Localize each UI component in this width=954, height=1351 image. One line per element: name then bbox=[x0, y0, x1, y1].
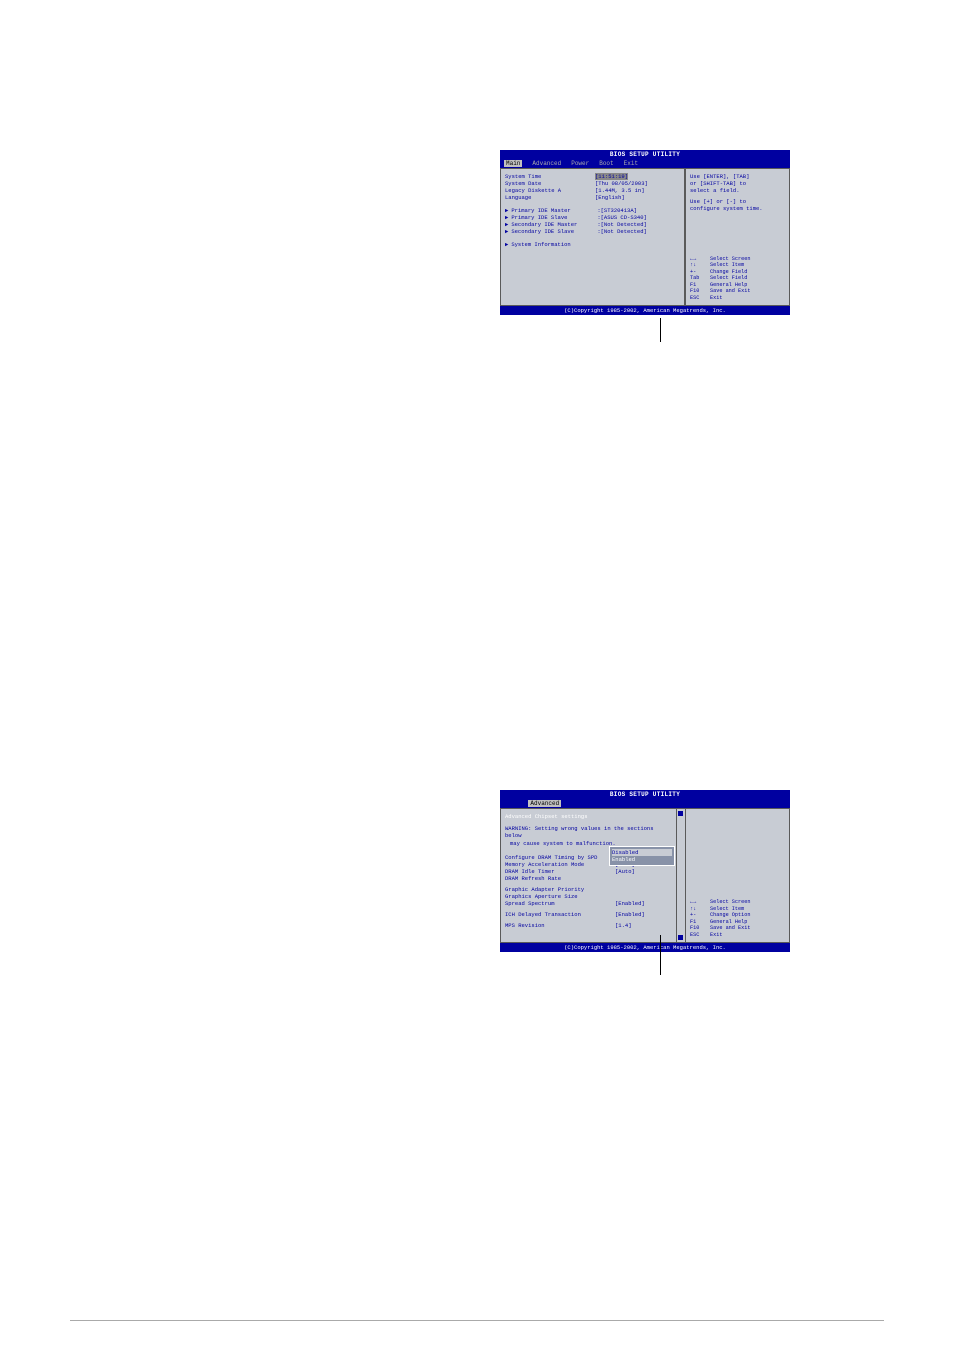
bios-body: System Time[11:51:19] System Date[Thu 08… bbox=[500, 168, 790, 306]
help-text: Use [+] or [-] to bbox=[690, 198, 785, 205]
key-label: ESC bbox=[690, 932, 710, 939]
tab-main[interactable]: Main bbox=[504, 160, 522, 167]
footer-divider bbox=[70, 1320, 884, 1321]
key-label: ESC bbox=[690, 295, 710, 302]
key-desc: Exit bbox=[710, 295, 722, 302]
help-keys: ←→Select Screen ↑↓Select Item +-Change F… bbox=[690, 256, 785, 302]
field-label: DRAM Idle Timer bbox=[505, 868, 615, 875]
bios-menu-bar: Main Advanced bbox=[500, 799, 790, 808]
field-label: MPS Revision bbox=[505, 922, 615, 929]
bios-body: Advanced Chipset settings WARNING: Setti… bbox=[500, 808, 790, 943]
bios-right-panel: Use [ENTER], [TAB] or [SHIFT-TAB] to sel… bbox=[685, 168, 790, 306]
arrow-icon: ▶ bbox=[505, 228, 508, 235]
bios-left-panel: System Time[11:51:19] System Date[Thu 08… bbox=[500, 168, 685, 306]
field-label[interactable]: Secondary IDE Master bbox=[511, 221, 597, 228]
bios-footer: (C)Copyright 1985-2002, American Megatre… bbox=[500, 306, 790, 315]
field-value[interactable]: [1.44M, 3.5 in] bbox=[595, 187, 645, 194]
field-label: System Time bbox=[505, 173, 595, 180]
field-label[interactable]: Primary IDE Slave bbox=[511, 214, 597, 221]
tab-boot[interactable]: Boot bbox=[599, 160, 613, 167]
field-value: :[Not Detected] bbox=[597, 221, 647, 228]
field-value[interactable]: [English] bbox=[595, 194, 625, 201]
field-label: Language bbox=[505, 194, 595, 201]
field-value[interactable]: [11:51:19] bbox=[595, 173, 628, 180]
help-text: select a field. bbox=[690, 187, 785, 194]
document-page: BIOS SETUP UTILITY Main Advanced Power B… bbox=[0, 0, 954, 1351]
field-value[interactable]: [Auto] bbox=[615, 868, 635, 875]
tab-advanced[interactable]: Advanced bbox=[532, 160, 561, 167]
field-label: Memory Acceleration Mode bbox=[505, 861, 615, 868]
arrow-icon: ▶ bbox=[505, 241, 508, 248]
tab-power[interactable]: Power bbox=[571, 160, 589, 167]
bios-left-panel: Advanced Chipset settings WARNING: Setti… bbox=[500, 808, 677, 943]
arrow-icon: ▶ bbox=[505, 221, 508, 228]
callout-line bbox=[660, 935, 661, 975]
tab-exit[interactable]: Exit bbox=[624, 160, 638, 167]
warning-text: WARNING: Setting wrong values in the sec… bbox=[505, 826, 672, 839]
bios-title: BIOS SETUP UTILITY bbox=[500, 790, 790, 799]
field-label: Legacy Diskette A bbox=[505, 187, 595, 194]
bios-screenshot-advanced: BIOS SETUP UTILITY Main Advanced Advance… bbox=[500, 790, 790, 952]
field-label: System Date bbox=[505, 180, 595, 187]
help-keys: ←→Select Screen ↑↓Select Item +-Change O… bbox=[690, 899, 785, 938]
field-value[interactable]: [Enabled] bbox=[615, 900, 645, 907]
arrow-icon: ▶ bbox=[505, 207, 508, 214]
field-value[interactable]: [Thu 08/05/2003] bbox=[595, 180, 648, 187]
field-value: :[ST320413A] bbox=[597, 207, 637, 214]
tab-advanced[interactable]: Advanced bbox=[528, 800, 561, 807]
field-label: Graphics Aperture Size bbox=[505, 893, 595, 900]
scrollbar[interactable] bbox=[677, 808, 685, 943]
field-value[interactable]: [1.4] bbox=[615, 922, 632, 929]
field-value: :[ASUS CD-S340] bbox=[597, 214, 647, 221]
field-label: DRAM Refresh Rate bbox=[505, 875, 615, 882]
field-label: ICH Delayed Transaction bbox=[505, 911, 615, 918]
bios-right-panel: ←→Select Screen ↑↓Select Item +-Change O… bbox=[685, 808, 790, 943]
field-label[interactable]: System Information bbox=[511, 241, 601, 248]
popup-option[interactable]: Disabled bbox=[612, 849, 672, 856]
key-desc: Exit bbox=[710, 932, 722, 939]
help-text: or [SHIFT-TAB] to bbox=[690, 180, 785, 187]
field-label: Configure DRAM Timing by SPD bbox=[505, 854, 615, 861]
field-label[interactable]: Primary IDE Master bbox=[511, 207, 597, 214]
arrow-icon: ▶ bbox=[505, 214, 508, 221]
field-label: Spread Spectrum bbox=[505, 900, 615, 907]
bios-title: BIOS SETUP UTILITY bbox=[500, 150, 790, 159]
popup-option[interactable]: Enabled bbox=[612, 856, 672, 863]
field-label[interactable]: Secondary IDE Slave bbox=[511, 228, 597, 235]
field-value: :[Not Detected] bbox=[597, 228, 647, 235]
section-heading: Advanced Chipset settings bbox=[505, 813, 672, 820]
field-label: Graphic Adapter Priority bbox=[505, 886, 595, 893]
field-value[interactable]: [Enabled] bbox=[615, 911, 645, 918]
bios-screenshot-main: BIOS SETUP UTILITY Main Advanced Power B… bbox=[500, 150, 790, 315]
help-text: configure system time. bbox=[690, 205, 785, 212]
bios-footer: (C)Copyright 1985-2002, American Megatre… bbox=[500, 943, 790, 952]
options-popup[interactable]: Disabled Enabled bbox=[609, 846, 675, 866]
callout-line bbox=[660, 318, 661, 342]
help-text: Use [ENTER], [TAB] bbox=[690, 173, 785, 180]
bios-menu-bar: Main Advanced Power Boot Exit bbox=[500, 159, 790, 168]
